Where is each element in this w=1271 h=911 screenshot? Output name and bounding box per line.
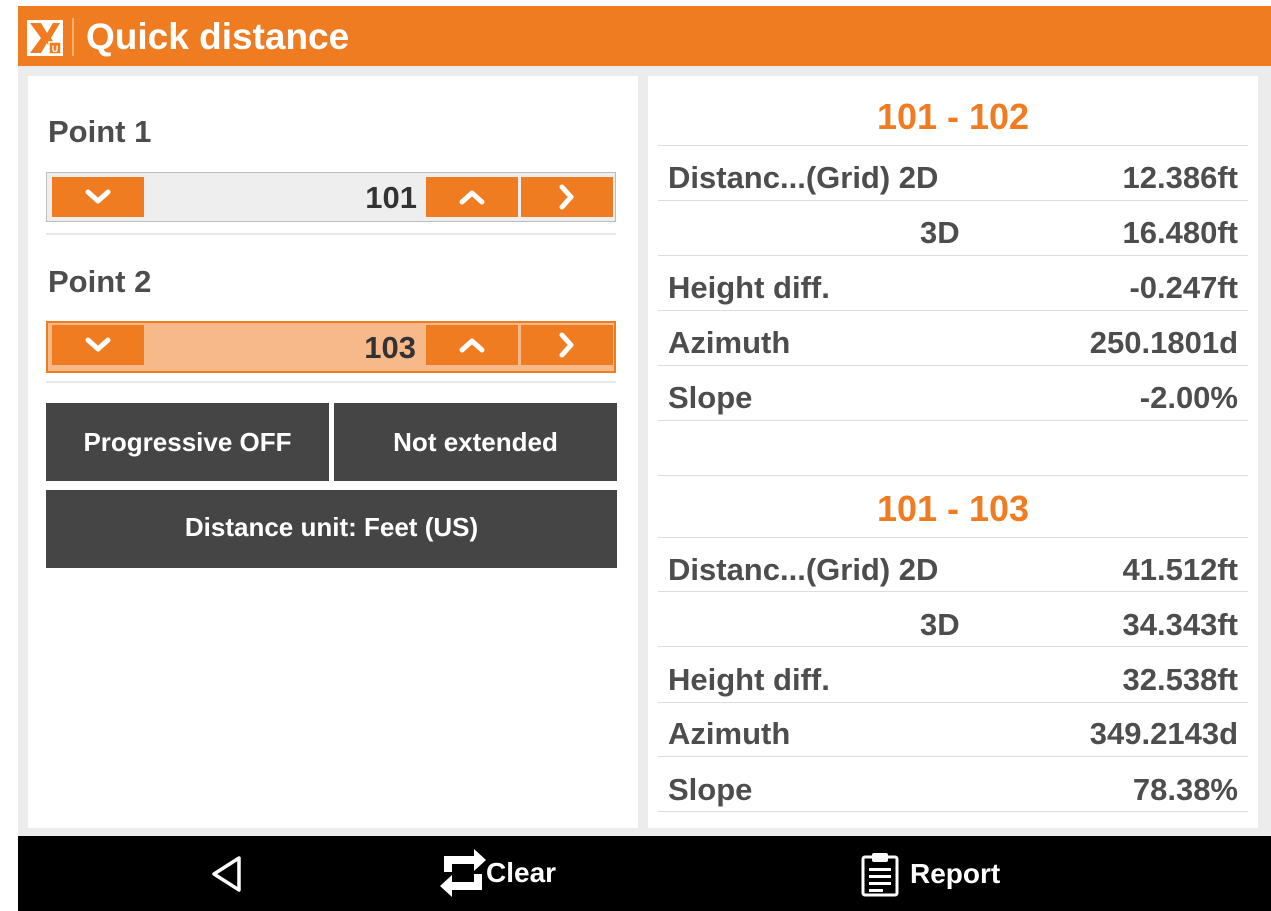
refresh-arrows-icon: [440, 849, 486, 897]
chevron-down-icon: [85, 189, 111, 204]
row-divider: [658, 310, 1248, 311]
progressive-button[interactable]: Progressive OFF: [46, 403, 329, 481]
title-bar: U Quick distance: [18, 6, 1271, 66]
result1-height-value: -0.247ft: [1129, 270, 1238, 305]
row-divider: [658, 756, 1248, 757]
result1-3d-value: 16.480ft: [1122, 215, 1238, 250]
page-title: Quick distance: [86, 16, 350, 57]
result1-azimuth-label: Azimuth: [668, 325, 791, 360]
point1-down-button[interactable]: [52, 177, 144, 217]
chevron-right-icon: [559, 332, 574, 358]
point2-selector: 103: [46, 321, 616, 373]
back-button[interactable]: [208, 854, 244, 894]
point2-select-button[interactable]: [521, 325, 613, 365]
point2-up-button[interactable]: [426, 325, 518, 365]
clipboard-report-icon: [861, 853, 899, 897]
row-divider: [658, 365, 1248, 366]
result1-3d-label: 3D: [920, 215, 960, 250]
result2-title: 101 - 103: [876, 488, 1030, 529]
row-divider: [658, 475, 1248, 476]
row-divider: [658, 811, 1248, 812]
row-divider: [658, 420, 1248, 421]
divider: [46, 233, 616, 235]
input-panel: Point 1 101 Point 2 103 Progressive OFF …: [28, 76, 638, 828]
extended-button[interactable]: Not extended: [334, 403, 617, 481]
app-frame: U Quick distance Point 1 101 Point 2 103: [18, 6, 1271, 911]
report-label: Report: [910, 858, 1001, 889]
result2-azimuth-label: Azimuth: [668, 716, 791, 751]
clear-button[interactable]: Clear: [434, 848, 556, 898]
row-divider: [658, 537, 1248, 538]
result2-slope-value: 78.38%: [1132, 772, 1238, 807]
chevron-down-icon: [85, 337, 111, 352]
chevron-up-icon: [459, 338, 485, 353]
result1-title: 101 - 102: [876, 96, 1030, 137]
divider: [46, 381, 616, 383]
result2-distance-2d-label: Distanc...(Grid) 2D: [668, 552, 939, 587]
row-divider: [658, 255, 1248, 256]
distance-unit-button[interactable]: Distance unit: Feet (US): [46, 490, 617, 568]
result2-height-value: 32.538ft: [1122, 662, 1238, 697]
clear-label: Clear: [486, 857, 557, 888]
row-divider: [658, 591, 1248, 592]
result2-height-label: Height diff.: [668, 662, 830, 697]
results-panel: 101 - 102 Distanc...(Grid) 2D 12.386ft 3…: [648, 76, 1258, 828]
row-divider: [658, 145, 1248, 146]
title-separator: [72, 18, 74, 56]
result1-azimuth-value: 250.1801d: [1089, 325, 1238, 360]
result1-distance-2d-label: Distanc...(Grid) 2D: [668, 160, 939, 195]
result2-azimuth-value: 349.2143d: [1089, 716, 1238, 751]
point2-label: Point 2: [48, 264, 152, 299]
point1-value[interactable]: 101: [365, 173, 417, 221]
result2-3d-label: 3D: [920, 607, 960, 642]
result1-slope-value: -2.00%: [1139, 380, 1238, 415]
chevron-up-icon: [459, 190, 485, 205]
result2-3d-value: 34.343ft: [1122, 607, 1238, 642]
chevron-right-icon: [559, 184, 574, 210]
svg-text:U: U: [52, 44, 59, 54]
result1-distance-2d-value: 12.386ft: [1122, 160, 1238, 195]
point1-selector: 101: [46, 172, 616, 222]
point2-value[interactable]: 103: [364, 323, 416, 371]
point2-down-button[interactable]: [52, 325, 144, 365]
point1-select-button[interactable]: [521, 177, 613, 217]
back-triangle-icon: [212, 856, 241, 892]
result2-distance-2d-value: 41.512ft: [1122, 552, 1238, 587]
result1-height-label: Height diff.: [668, 270, 830, 305]
app-logo-icon: U: [27, 20, 63, 56]
result1-slope-label: Slope: [668, 380, 753, 415]
row-divider: [658, 200, 1248, 201]
report-button[interactable]: Report: [860, 851, 1000, 897]
row-divider: [658, 702, 1248, 703]
row-divider: [658, 646, 1248, 647]
point1-label: Point 1: [48, 114, 152, 149]
point1-up-button[interactable]: [426, 177, 518, 217]
result2-slope-label: Slope: [668, 772, 753, 807]
bottom-nav-bar: Clear Report: [18, 836, 1271, 911]
